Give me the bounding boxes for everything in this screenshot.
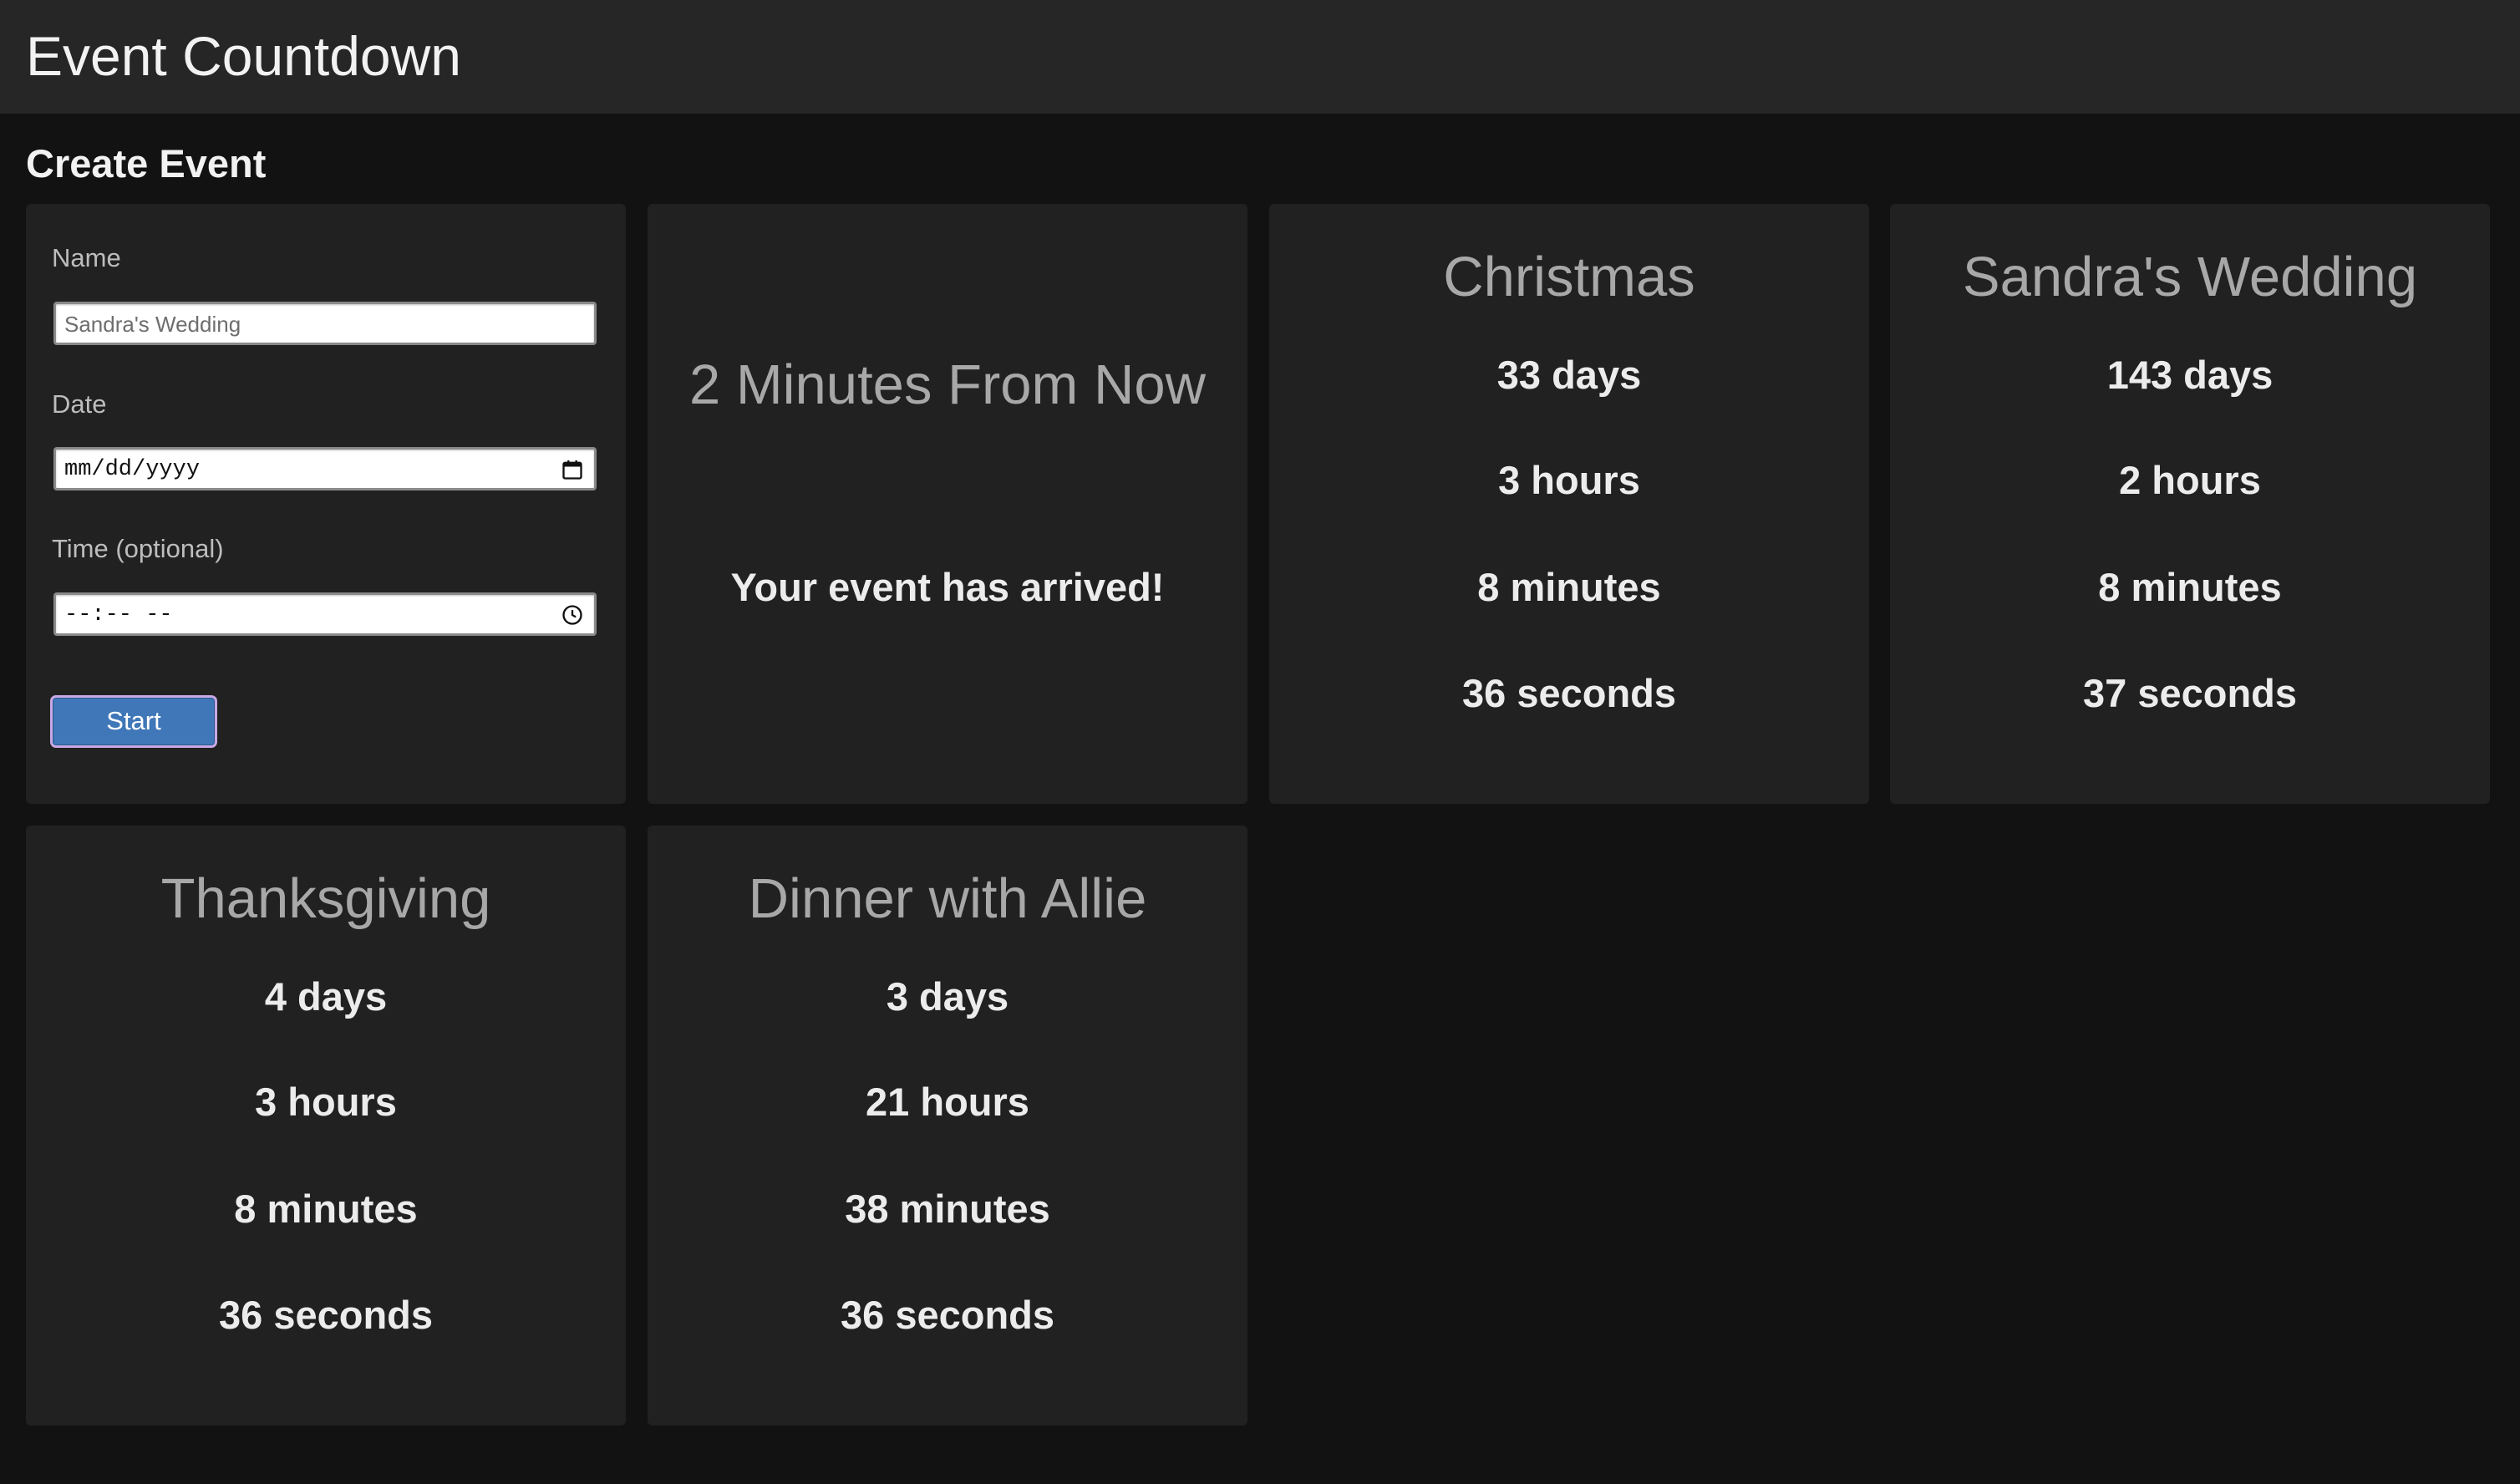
- countdown-seconds: 37 seconds: [2082, 671, 2298, 715]
- countdown-hours: 3 hours: [1498, 458, 1640, 502]
- clock-icon[interactable]: [561, 603, 584, 627]
- countdown-minutes: 38 minutes: [845, 1187, 1050, 1231]
- countdown-seconds: 36 seconds: [218, 1293, 434, 1337]
- name-input-placeholder: Sandra's Wedding: [64, 312, 241, 337]
- app-header: Event Countdown: [0, 0, 2520, 114]
- event-card: Sandra's Wedding 143 days 2 hours 8 minu…: [1890, 204, 2490, 804]
- event-title: Sandra's Wedding: [1962, 246, 2418, 308]
- countdown-days: 33 days: [1496, 353, 1642, 397]
- event-title: Thanksgiving: [160, 867, 491, 930]
- time-input-placeholder: --:-- --: [64, 602, 173, 628]
- name-input[interactable]: Sandra's Wedding: [53, 302, 597, 345]
- event-card: 2 Minutes From Now Your event has arrive…: [648, 204, 1247, 804]
- event-title: Christmas: [1443, 246, 1695, 308]
- countdown-days: 4 days: [264, 974, 388, 1019]
- countdown-minutes: 8 minutes: [2098, 565, 2282, 609]
- countdown-seconds: 36 seconds: [840, 1293, 1055, 1337]
- countdown-seconds: 36 seconds: [1461, 671, 1677, 715]
- time-input[interactable]: --:-- --: [53, 592, 597, 636]
- event-card: Dinner with Allie 3 days 21 hours 38 min…: [648, 826, 1247, 1426]
- event-title: 2 Minutes From Now: [688, 353, 1207, 416]
- countdown-days: 3 days: [886, 974, 1009, 1019]
- time-label: Time (optional): [52, 534, 224, 563]
- name-label: Name: [52, 243, 121, 272]
- event-title: Dinner with Allie: [748, 867, 1147, 930]
- countdown-hours: 2 hours: [2119, 458, 2261, 502]
- app-title: Event Countdown: [26, 25, 462, 87]
- countdown-minutes: 8 minutes: [1477, 565, 1661, 609]
- event-card: Christmas 33 days 3 hours 8 minutes 36 s…: [1269, 204, 1869, 804]
- date-label: Date: [52, 389, 107, 419]
- create-event-heading: Create Event: [26, 141, 267, 186]
- countdown-days: 143 days: [2106, 353, 2274, 397]
- event-card: Thanksgiving 4 days 3 hours 8 minutes 36…: [26, 826, 626, 1426]
- countdown-hours: 3 hours: [255, 1080, 397, 1124]
- countdown-minutes: 8 minutes: [234, 1187, 418, 1231]
- date-input[interactable]: mm/dd/yyyy: [53, 447, 597, 490]
- start-button[interactable]: Start: [50, 695, 217, 748]
- calendar-icon[interactable]: [561, 458, 584, 481]
- event-arrived-message: Your event has arrived!: [730, 565, 1165, 609]
- create-event-form: Name Sandra's Wedding Date mm/dd/yyyy Ti…: [26, 204, 626, 804]
- date-input-placeholder: mm/dd/yyyy: [64, 457, 201, 482]
- countdown-hours: 21 hours: [866, 1080, 1029, 1124]
